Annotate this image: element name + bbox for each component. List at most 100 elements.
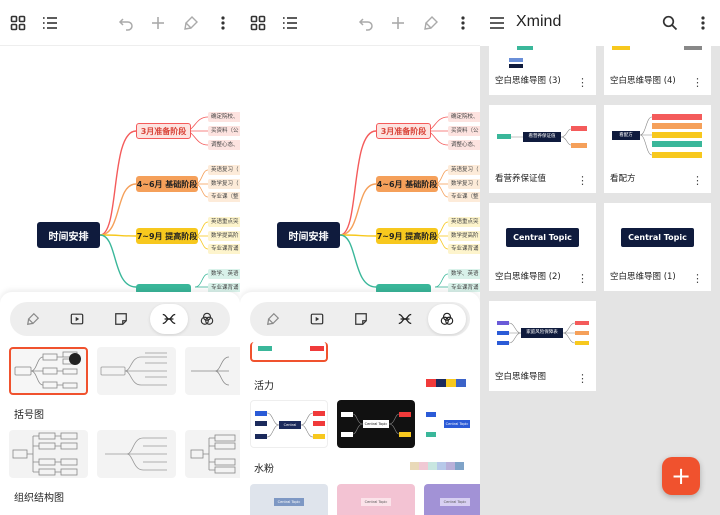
leaf-topic[interactable]: 英语复习（: [208, 165, 240, 175]
leaf-topic[interactable]: 专业课背诵: [448, 283, 480, 292]
menu-icon[interactable]: [485, 11, 509, 35]
structure-icon: [398, 313, 412, 325]
tab-note[interactable]: [346, 304, 376, 334]
structure-option[interactable]: [97, 347, 176, 395]
mini-node: [258, 346, 272, 351]
theme-option[interactable]: Central Topic: [337, 400, 415, 448]
branch-topic[interactable]: 7~9月 提高阶段: [376, 228, 438, 244]
search-icon[interactable]: [658, 11, 682, 35]
leaf-topic[interactable]: 确定院校、: [208, 112, 240, 122]
theme-option[interactable]: Central Topic: [250, 400, 328, 448]
theme-option[interactable]: Central Topic: [337, 484, 415, 515]
structure-option[interactable]: [185, 347, 240, 395]
theme-option-selected[interactable]: [250, 342, 328, 362]
branch-topic[interactable]: 7~9月 提高阶段: [136, 228, 198, 244]
tab-theme[interactable]: [192, 304, 222, 334]
app-title: Xmind: [516, 13, 562, 30]
theme-option[interactable]: Central Topic: [250, 484, 328, 515]
leaf-topic[interactable]: 专业课背诵: [208, 283, 240, 292]
more-vertical-icon[interactable]: ⋮: [692, 175, 703, 186]
section-label: 组织结构图: [14, 493, 64, 504]
leaf-topic[interactable]: 英语重点突: [208, 217, 240, 227]
mini-central-topic: 看营养保证值: [528, 134, 556, 139]
section-label: 括号图: [14, 410, 44, 421]
file-card[interactable]: 看营养保证值 看营养保证值 ⋮: [489, 105, 596, 193]
leaf-topic[interactable]: 数学复习（: [208, 179, 240, 189]
file-card[interactable]: Central Topic 空白思维导图 (1) ⋮: [604, 203, 711, 291]
leaf-topic[interactable]: 调整心态、: [448, 140, 480, 150]
more-vertical-icon[interactable]: [691, 11, 715, 35]
theme-option[interactable]: Central Topic: [424, 484, 480, 515]
format-brush-icon[interactable]: [179, 11, 203, 35]
structure-option[interactable]: [97, 430, 176, 478]
leaf-topic[interactable]: 数学提高阶: [448, 231, 480, 241]
more-vertical-icon[interactable]: ⋮: [577, 373, 588, 384]
list-icon[interactable]: [38, 11, 62, 35]
theme-option[interactable]: [424, 342, 480, 360]
root-topic[interactable]: 时间安排: [37, 222, 100, 248]
leaf-topic[interactable]: 调整心态、: [208, 140, 240, 150]
theme-sheet: 活力 Central Topic Central Topic Central T…: [240, 292, 480, 515]
structure-option[interactable]: [185, 430, 240, 478]
more-vertical-icon[interactable]: ⋮: [692, 273, 703, 284]
more-vertical-icon[interactable]: [211, 11, 235, 35]
structure-option[interactable]: [9, 430, 88, 478]
mindmap-canvas[interactable]: 时间安排 3月准备阶段 4~6月 基础阶段 7~9月 提高阶段 确定院校、 买资…: [240, 47, 480, 292]
file-card[interactable]: 看配方 看配方 ⋮: [604, 105, 711, 193]
grid-icon[interactable]: [6, 11, 30, 35]
leaf-topic[interactable]: 买资料（公: [448, 126, 480, 136]
grid-icon[interactable]: [246, 11, 270, 35]
list-icon[interactable]: [278, 11, 302, 35]
leaf-topic[interactable]: 英语重点突: [448, 217, 480, 227]
leaf-topic[interactable]: 英语复习（: [448, 165, 480, 175]
branch-topic[interactable]: 3月准备阶段: [136, 123, 191, 139]
add-icon[interactable]: [146, 11, 170, 35]
tab-pitch[interactable]: [302, 304, 332, 334]
leaf-topic[interactable]: 专业课背诵: [448, 244, 480, 254]
branch-topic[interactable]: [376, 284, 431, 292]
more-vertical-icon[interactable]: ⋮: [577, 77, 588, 88]
tab-note[interactable]: [106, 304, 136, 334]
leaf-topic[interactable]: 专业课（整: [208, 192, 240, 202]
tab-theme[interactable]: [428, 304, 466, 334]
branch-topic[interactable]: 4~6月 基础阶段: [376, 176, 438, 192]
more-vertical-icon[interactable]: ⋮: [577, 273, 588, 284]
branch-topic[interactable]: [136, 284, 191, 292]
branch-topic[interactable]: 4~6月 基础阶段: [136, 176, 198, 192]
root-topic[interactable]: 时间安排: [277, 222, 340, 248]
file-card[interactable]: Central Topic 空白思维导图 (2) ⋮: [489, 203, 596, 291]
leaf-topic[interactable]: 确定院校、: [448, 112, 480, 122]
leaf-topic[interactable]: 专业课（整: [448, 192, 480, 202]
swatch: [410, 462, 419, 470]
leaf-topic[interactable]: 专业课背诵: [208, 244, 240, 254]
branch-topic[interactable]: 3月准备阶段: [376, 123, 431, 139]
file-card[interactable]: 空白思维导图 (4) ⋮: [604, 46, 711, 95]
file-card[interactable]: 空白思维导图 (3) ⋮: [489, 46, 596, 95]
mini-central-topic: Central Topic: [274, 498, 304, 506]
more-vertical-icon[interactable]: ⋮: [577, 175, 588, 186]
leaf-topic[interactable]: 数学、英语: [208, 269, 240, 279]
theme-option[interactable]: [337, 342, 415, 360]
file-card[interactable]: 家庭风险保障表 空白思维导图 ⋮: [489, 301, 596, 391]
tab-style[interactable]: [18, 304, 48, 334]
format-brush-icon[interactable]: [419, 11, 443, 35]
leaf-topic[interactable]: 数学、英语: [448, 269, 480, 279]
undo-icon[interactable]: [114, 11, 138, 35]
more-vertical-icon[interactable]: ⋮: [692, 77, 703, 88]
tab-structure[interactable]: [150, 304, 188, 334]
leaf-topic[interactable]: 买资料（公: [208, 126, 240, 136]
leaf-topic[interactable]: 数学提高阶: [208, 231, 240, 241]
mindmap-canvas[interactable]: 时间安排 3月准备阶段 4~6月 基础阶段 7~9月 提高阶段 确定院校、 买资…: [0, 47, 240, 292]
add-icon[interactable]: [386, 11, 410, 35]
theme-option[interactable]: Central Topic: [424, 400, 480, 448]
tab-pitch[interactable]: [62, 304, 92, 334]
tree-chart-preview: [105, 437, 167, 471]
tab-structure[interactable]: [390, 304, 420, 334]
structure-option-selected[interactable]: [9, 347, 88, 395]
editor-panel-theme: 时间安排 3月准备阶段 4~6月 基础阶段 7~9月 提高阶段 确定院校、 买资…: [240, 0, 480, 515]
more-vertical-icon[interactable]: [451, 11, 475, 35]
new-file-fab[interactable]: +: [662, 457, 700, 495]
undo-icon[interactable]: [354, 11, 378, 35]
leaf-topic[interactable]: 数学复习（: [448, 179, 480, 189]
tab-style[interactable]: [258, 304, 288, 334]
